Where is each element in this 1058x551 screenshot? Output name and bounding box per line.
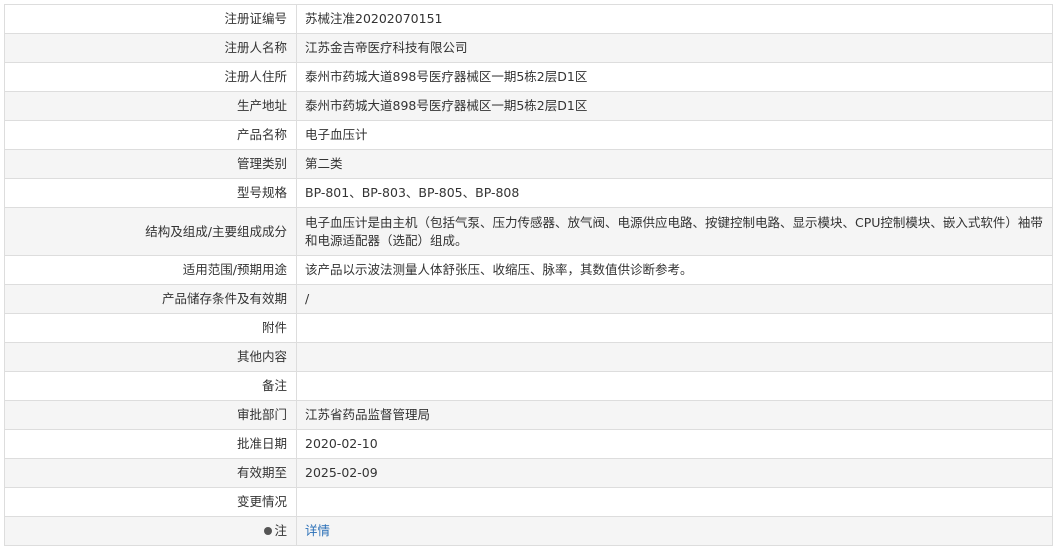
row-value: 第二类 [296,149,1053,179]
row-structure-composition: 结构及组成/主要组成成分 电子血压计是由主机（包括气泵、压力传感器、放气阀、电源… [4,207,1053,256]
row-registrant-name: 注册人名称 江苏金吉帝医疗科技有限公司 [4,33,1053,63]
row-value [296,342,1053,372]
row-intended-use: 适用范围/预期用途 该产品以示波法测量人体舒张压、收缩压、脉率，其数值供诊断参考… [4,255,1053,285]
row-label: 注册人住所 [4,62,297,92]
details-link[interactable]: 详情 [305,523,330,538]
row-label: 型号规格 [4,178,297,208]
row-value: 电子血压计 [296,120,1053,150]
row-label: 结构及组成/主要组成成分 [4,207,297,256]
row-label: 适用范围/预期用途 [4,255,297,285]
row-value: 电子血压计是由主机（包括气泵、压力传感器、放气阀、电源供应电路、按键控制电路、显… [296,207,1053,256]
row-management-category: 管理类别 第二类 [4,149,1053,179]
row-value: 2025-02-09 [296,458,1053,488]
row-storage-validity: 产品储存条件及有效期 / [4,284,1053,314]
row-label: 注册证编号 [4,4,297,34]
row-note: 注 详情 [4,516,1053,546]
row-label: 附件 [4,313,297,343]
row-value [296,487,1053,517]
row-product-name: 产品名称 电子血压计 [4,120,1053,150]
row-value: 江苏金吉帝医疗科技有限公司 [296,33,1053,63]
row-label: 备注 [4,371,297,401]
row-value: 详情 [296,516,1053,546]
row-label: 生产地址 [4,91,297,121]
row-label: 注册人名称 [4,33,297,63]
row-production-address: 生产地址 泰州市药城大道898号医疗器械区一期5栋2层D1区 [4,91,1053,121]
row-label: 有效期至 [4,458,297,488]
row-label: 变更情况 [4,487,297,517]
row-value [296,371,1053,401]
row-label: 产品储存条件及有效期 [4,284,297,314]
row-label: 审批部门 [4,400,297,430]
row-label: 产品名称 [4,120,297,150]
note-label: 注 [274,523,287,538]
row-model-spec: 型号规格 BP-801、BP-803、BP-805、BP-808 [4,178,1053,208]
row-value: 泰州市药城大道898号医疗器械区一期5栋2层D1区 [296,62,1053,92]
row-value [296,313,1053,343]
row-label: 管理类别 [4,149,297,179]
row-change-history: 变更情况 [4,487,1053,517]
row-remarks: 备注 [4,371,1053,401]
row-value: 泰州市药城大道898号医疗器械区一期5栋2层D1区 [296,91,1053,121]
row-value: 江苏省药品监督管理局 [296,400,1053,430]
row-value: 苏械注准20202070151 [296,4,1053,34]
row-valid-until: 有效期至 2025-02-09 [4,458,1053,488]
row-label: 批准日期 [4,429,297,459]
row-registrant-address: 注册人住所 泰州市药城大道898号医疗器械区一期5栋2层D1区 [4,62,1053,92]
row-other-content: 其他内容 [4,342,1053,372]
bulb-icon [264,526,273,535]
row-approval-department: 审批部门 江苏省药品监督管理局 [4,400,1053,430]
row-attachments: 附件 [4,313,1053,343]
row-value: / [296,284,1053,314]
row-value: 2020-02-10 [296,429,1053,459]
row-label: 注 [4,516,297,546]
row-label: 其他内容 [4,342,297,372]
row-value: 该产品以示波法测量人体舒张压、收缩压、脉率，其数值供诊断参考。 [296,255,1053,285]
row-approval-date: 批准日期 2020-02-10 [4,429,1053,459]
row-registration-number: 注册证编号 苏械注准20202070151 [4,4,1053,34]
registration-table: 注册证编号 苏械注准20202070151 注册人名称 江苏金吉帝医疗科技有限公… [4,4,1053,546]
row-value: BP-801、BP-803、BP-805、BP-808 [296,178,1053,208]
